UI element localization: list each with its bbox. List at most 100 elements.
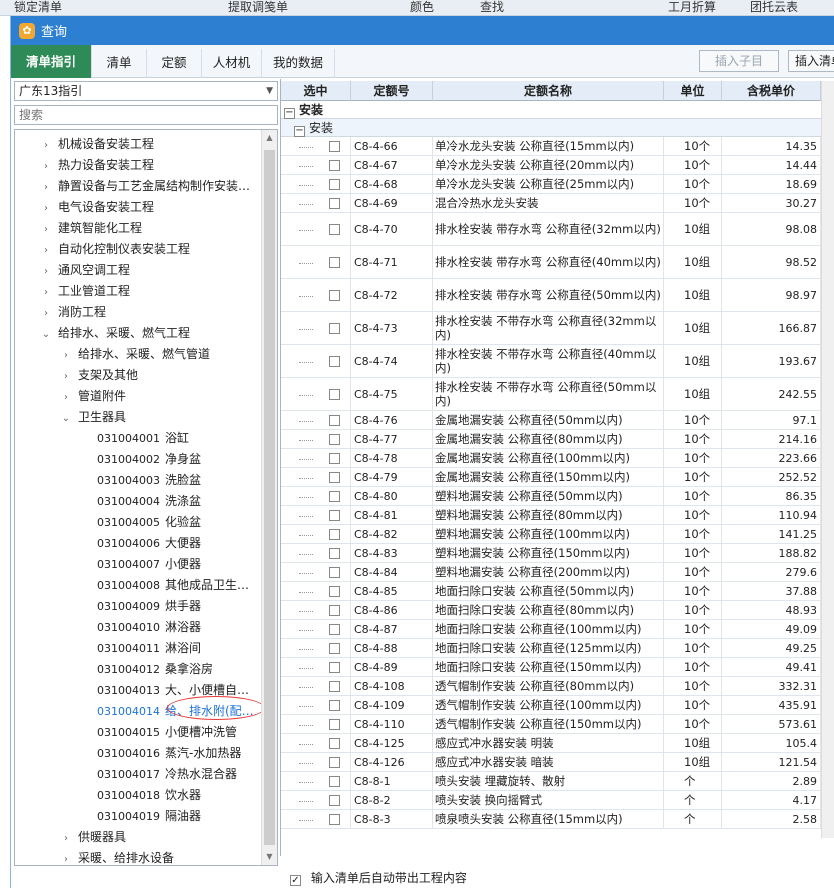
chevron-down-icon[interactable]: ⌄ [59,408,73,429]
tree-node[interactable]: › 通风空调工程 [15,260,130,281]
tree-node[interactable]: › 支架及其他 [15,365,138,386]
chevron-right-icon[interactable]: › [39,240,53,261]
chevron-right-icon[interactable]: › [59,345,73,366]
tree-leaf-item[interactable]: 031004004 洗涤盆 [15,491,201,512]
tree-leaf-item[interactable]: 031004018 饮水器 [15,785,201,806]
table-row[interactable]: C8-4-109 透气帽制作安装 公称直径(100mm以内) 10个 435.91 [281,696,821,715]
tree-leaf-item[interactable]: 031004016 蒸汽-水加热器 [15,743,241,764]
tree-leaf-item[interactable]: 031004009 烘手器 [15,596,201,617]
table-row[interactable]: C8-4-125 感应式冲水器安装 明装 10组 105.4 [281,734,821,753]
grid-scrollbar[interactable] [821,81,834,838]
chevron-right-icon[interactable]: › [59,366,73,387]
row-checkbox[interactable] [329,453,340,464]
row-checkbox[interactable] [329,624,340,635]
table-row[interactable]: C8-4-69 混合冷热水龙头安装 10个 30.27 [281,194,821,213]
row-checkbox[interactable] [329,795,340,806]
subgroup-row[interactable]: − 安装 [281,119,821,137]
tree-node[interactable]: › 消防工程 [15,302,106,323]
row-checkbox[interactable] [329,198,340,209]
col-unit[interactable]: 单位 [664,81,722,101]
row-checkbox[interactable] [329,719,340,730]
tab-my-data[interactable]: 我的数据 [262,49,335,78]
row-checkbox[interactable] [329,738,340,749]
row-checkbox[interactable] [329,160,340,171]
row-checkbox[interactable] [329,415,340,426]
tree-leaf-item[interactable]: 031004019 隔油器 [15,806,201,827]
tree-leaf-item[interactable]: 031004017 冷热水混合器 [15,764,237,785]
tree-scrollbar[interactable]: ▲ ▼ [261,130,277,865]
tree-node[interactable]: ⌄ 卫生器具 [15,407,126,428]
collapse-icon[interactable]: − [294,126,305,137]
table-row[interactable]: C8-4-108 透气帽制作安装 公称直径(80mm以内) 10个 332.31 [281,677,821,696]
row-checkbox[interactable] [329,681,340,692]
row-checkbox[interactable] [329,323,340,334]
tree-node[interactable]: › 给排水、采暖、燃气管道 [15,344,210,365]
chevron-right-icon[interactable]: › [39,303,53,324]
chevron-right-icon[interactable]: › [59,387,73,408]
chevron-down-icon[interactable]: ⌄ [39,324,53,345]
col-price[interactable]: 含税单价 [722,81,821,101]
table-row[interactable]: C8-4-86 地面扫除口安装 公称直径(80mm以内) 10个 48.93 [281,601,821,620]
tree-leaf-item[interactable]: 031004006 大便器 [15,533,201,554]
table-row[interactable]: C8-4-126 感应式冲水器安装 暗装 10组 121.54 [281,753,821,772]
row-checkbox[interactable] [329,814,340,825]
row-checkbox[interactable] [329,700,340,711]
tree-node[interactable]: › 热力设备安装工程 [15,155,154,176]
tree-leaf-item[interactable]: 031004010 淋浴器 [15,617,201,638]
tree-leaf-item[interactable]: 031004007 小便器 [15,554,201,575]
table-row[interactable]: C8-4-89 地面扫除口安装 公称直径(150mm以内) 10个 49.41 [281,658,821,677]
row-checkbox[interactable] [329,757,340,768]
table-row[interactable]: C8-8-1 喷头安装 埋藏旋转、散射个 2.89 [281,772,821,791]
scroll-up-icon[interactable]: ▲ [262,130,277,146]
tree-leaf-item[interactable]: 031004005 化验盆 [15,512,201,533]
tree-node[interactable]: › 静置设备与工艺金属结构制作安装… [15,176,250,197]
table-row[interactable]: C8-4-85 地面扫除口安装 公称直径(50mm以内) 10个 37.88 [281,582,821,601]
row-checkbox[interactable] [329,776,340,787]
tree-node[interactable]: › 机械设备安装工程 [15,134,154,155]
tree-leaf-item[interactable]: 031004003 洗脸盆 [15,470,201,491]
insert-child-button[interactable]: 插入子目 [699,50,779,72]
tree-node[interactable]: › 建筑智能化工程 [15,218,142,239]
tab-list-guide[interactable]: 清单指引 [11,45,92,78]
table-row[interactable]: C8-4-110 透气帽制作安装 公称直径(150mm以内) 10个 573.61 [281,715,821,734]
chevron-right-icon[interactable]: › [39,219,53,240]
table-row[interactable]: C8-4-68 单冷水龙头安装 公称直径(25mm以内) 10个 18.69 [281,175,821,194]
tab-labor-material-machine[interactable]: 人材机 [202,49,262,78]
row-checkbox[interactable] [329,567,340,578]
col-quota-name[interactable]: 定额名称 [433,81,664,101]
search-input[interactable] [14,105,278,125]
tree-leaf-item[interactable]: 031004012 桑拿浴房 [15,659,213,680]
tree-node[interactable]: ⌄ 给排水、采暖、燃气工程 [15,323,190,344]
tree-node[interactable]: › 电气设备安装工程 [15,197,154,218]
row-checkbox[interactable] [329,179,340,190]
scroll-down-icon[interactable]: ▼ [262,849,277,865]
table-row[interactable]: C8-4-77 金属地漏安装 公称直径(80mm以内) 10个 214.16 [281,430,821,449]
row-checkbox[interactable] [329,224,340,235]
table-row[interactable]: C8-4-84 塑料地漏安装 公称直径(200mm以内) 10个 279.6 [281,563,821,582]
group-row[interactable]: − 安装 [281,101,821,119]
chevron-right-icon[interactable]: › [39,156,53,177]
chevron-right-icon[interactable]: › [39,135,53,156]
tree-leaf-item[interactable]: 031004008 其他成品卫生… [15,575,249,596]
table-row[interactable]: C8-4-73 排水栓安装 不带存水弯 公称直径(32mm以内) 10组 166.87 [281,312,821,345]
tree-node[interactable]: › 工业管道工程 [15,281,130,302]
chevron-right-icon[interactable]: › [39,282,53,303]
table-row[interactable]: C8-4-88 地面扫除口安装 公称直径(125mm以内) 10个 49.25 [281,639,821,658]
row-checkbox[interactable] [329,434,340,445]
chevron-right-icon[interactable]: › [39,261,53,282]
table-row[interactable]: C8-8-2 喷头安装 换向摇臂式个 4.17 [281,791,821,810]
col-select[interactable]: 选中 [281,81,351,101]
table-row[interactable]: C8-4-72 排水栓安装 带存水弯 公称直径(50mm以内) 10组 98.97 [281,279,821,312]
row-checkbox[interactable] [329,529,340,540]
row-checkbox[interactable] [329,605,340,616]
tree-leaf-item[interactable]: 031004002 净身盆 [15,449,201,470]
tree-node[interactable]: › 管道附件 [15,386,126,407]
auto-content-checkbox[interactable]: ✓ [290,875,301,886]
col-quota-code[interactable]: 定额号 [351,81,433,101]
table-row[interactable]: C8-4-81 塑料地漏安装 公称直径(80mm以内) 10个 110.94 [281,506,821,525]
row-checkbox[interactable] [329,510,340,521]
table-row[interactable]: C8-4-78 金属地漏安装 公称直径(100mm以内) 10个 223.66 [281,449,821,468]
table-row[interactable]: C8-4-83 塑料地漏安装 公称直径(150mm以内) 10个 188.82 [281,544,821,563]
row-checkbox[interactable] [329,472,340,483]
tab-quota[interactable]: 定额 [147,49,202,78]
